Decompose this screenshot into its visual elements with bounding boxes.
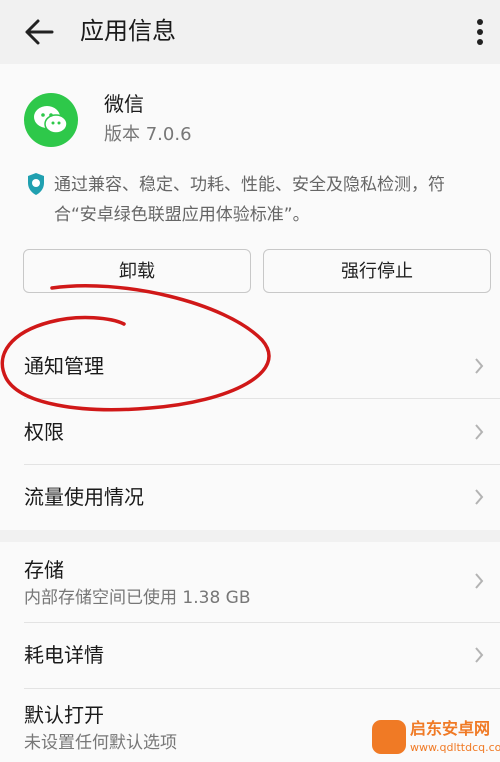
settings-row-notifications[interactable]: 通知管理 xyxy=(0,333,500,399)
uninstall-button[interactable]: 卸载 xyxy=(23,249,251,293)
certification-text: 通过兼容、稳定、功耗、性能、安全及隐私检测，符合“安卓绿色联盟应用体验标准”。 xyxy=(54,175,445,225)
wechat-icon xyxy=(24,93,78,147)
shield-check-icon xyxy=(28,173,44,195)
settings-row-battery[interactable]: 耗电详情 xyxy=(0,623,500,689)
permissions-label: 权限 xyxy=(24,420,64,444)
watermark-title: 启东安卓网 xyxy=(410,719,491,738)
force-stop-button[interactable]: 强行停止 xyxy=(263,249,491,293)
top-app-bar: 应用信息 xyxy=(0,0,500,64)
chevron-right-icon xyxy=(475,358,484,374)
back-arrow-icon[interactable] xyxy=(22,16,56,48)
default-open-status: 未设置任何默认选项 xyxy=(24,733,177,753)
watermark-url: www.qdlttdcq.com xyxy=(410,741,500,754)
data-usage-label: 流量使用情况 xyxy=(24,485,144,509)
settings-row-storage[interactable]: 存储 内部存储空间已使用 1.38 GB xyxy=(0,542,500,622)
app-name: 微信 xyxy=(104,92,144,116)
battery-label: 耗电详情 xyxy=(24,643,104,667)
page-title: 应用信息 xyxy=(80,17,176,45)
site-watermark: 启东安卓网 www.qdlttdcq.com xyxy=(368,718,500,762)
watermark-logo-icon xyxy=(372,720,406,754)
chevron-right-icon xyxy=(475,647,484,663)
default-open-label: 默认打开 xyxy=(24,703,104,727)
storage-label: 存储 xyxy=(24,558,64,582)
notifications-label: 通知管理 xyxy=(24,354,104,378)
storage-usage-text: 内部存储空间已使用 1.38 GB xyxy=(24,588,251,608)
settings-row-permissions[interactable]: 权限 xyxy=(0,399,500,465)
app-version: 版本 7.0.6 xyxy=(104,124,192,145)
more-vertical-icon[interactable] xyxy=(474,16,486,48)
chevron-right-icon xyxy=(475,424,484,440)
chevron-right-icon xyxy=(475,573,484,589)
chevron-right-icon xyxy=(475,489,484,505)
settings-row-data-usage[interactable]: 流量使用情况 xyxy=(0,465,500,531)
